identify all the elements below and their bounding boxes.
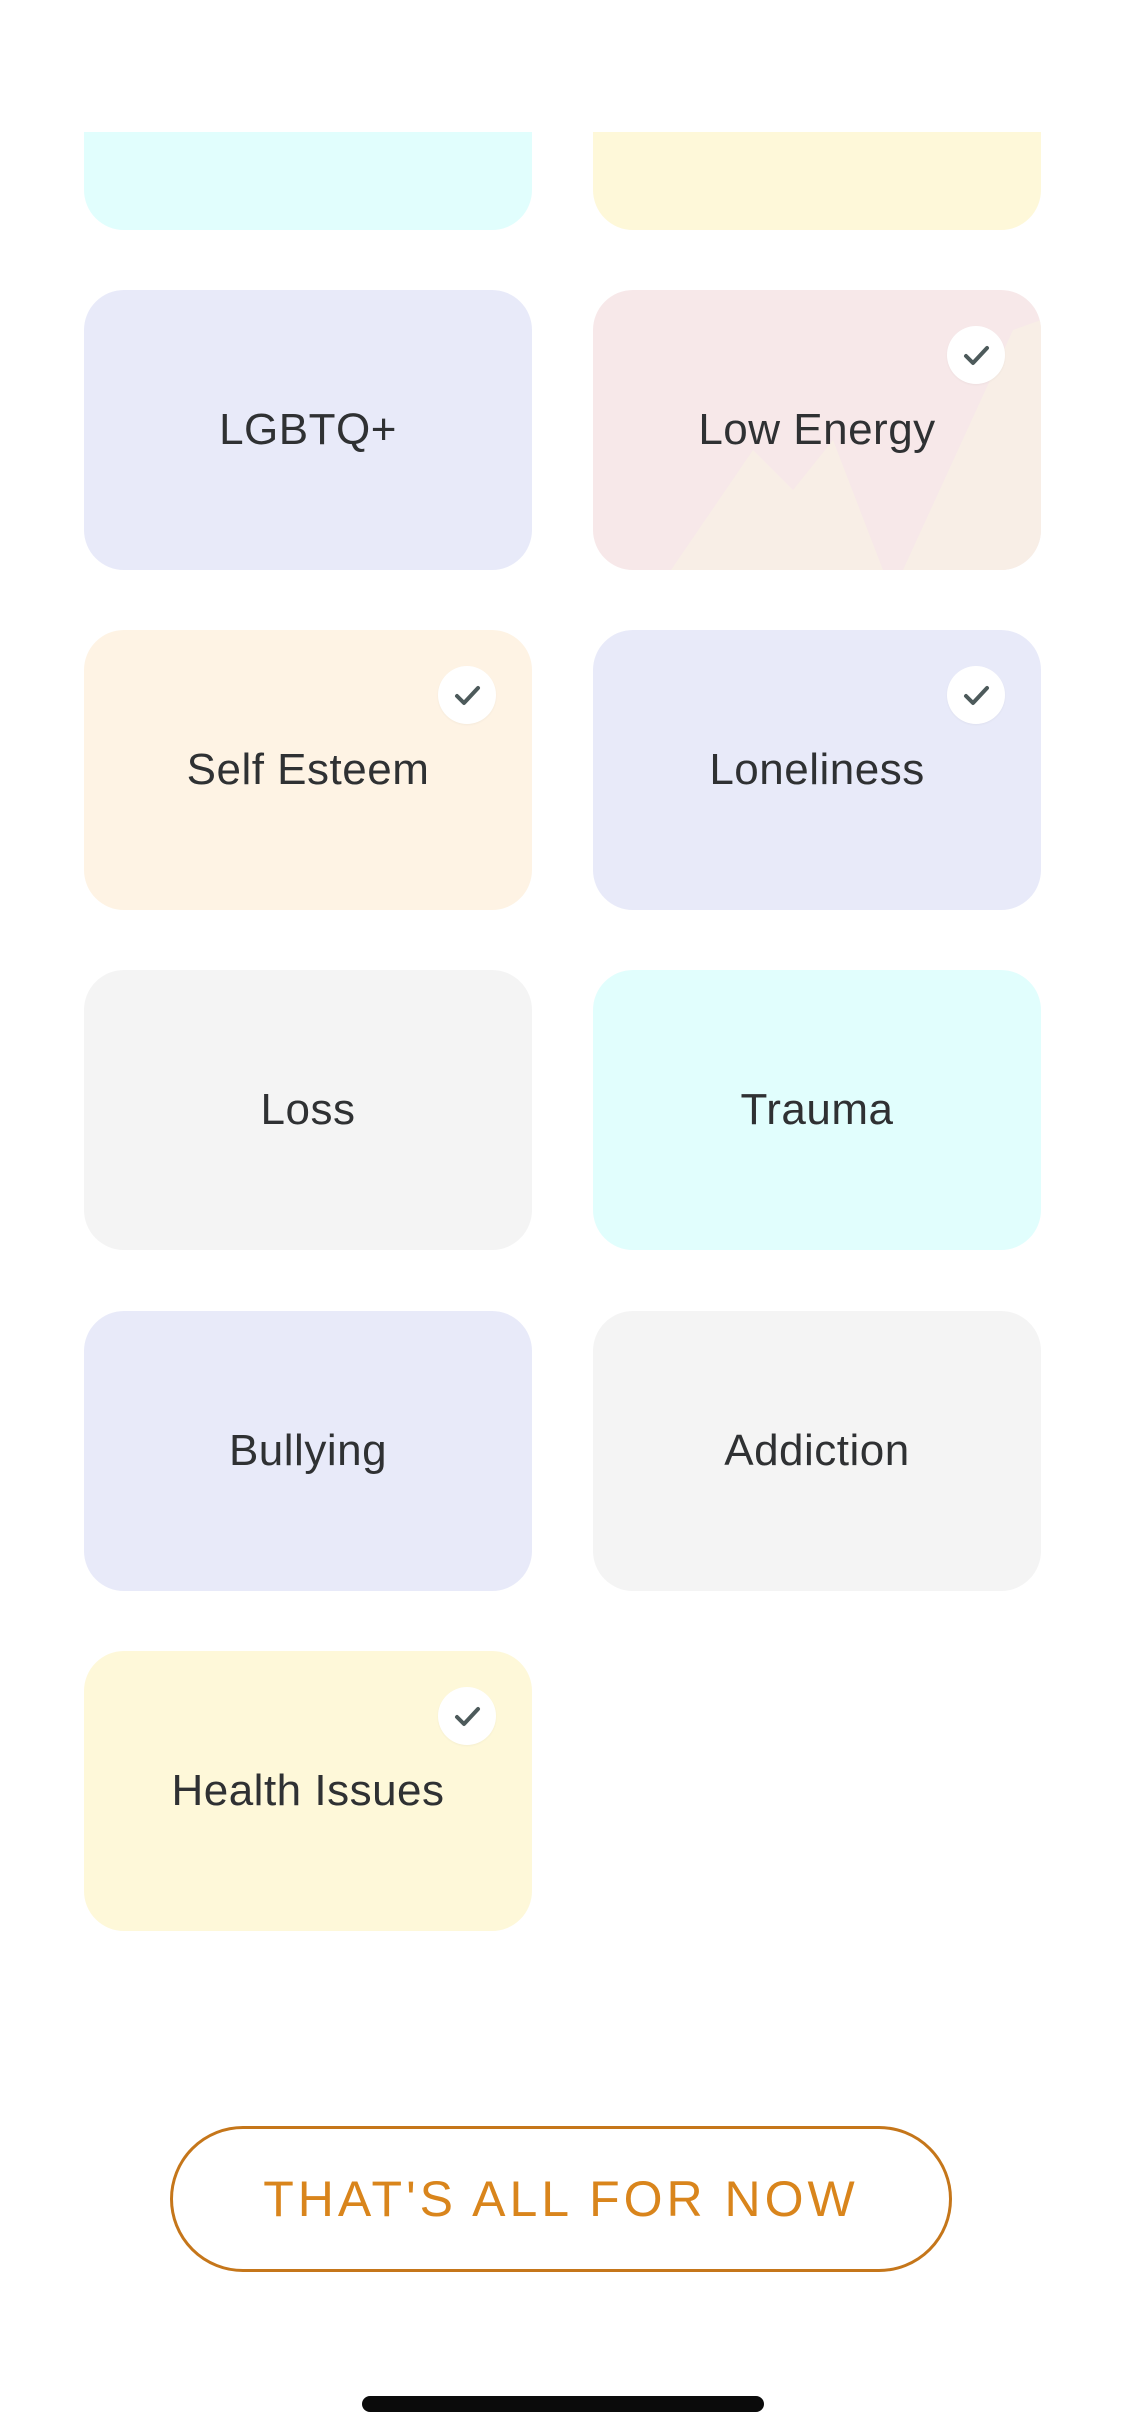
topic-label: Bullying: [228, 1426, 388, 1475]
topic-tile-low-energy[interactable]: Low Energy: [593, 290, 1041, 570]
topic-label: Low Energy: [698, 405, 936, 454]
topic-label: LGBTQ+: [219, 405, 397, 454]
topic-selection-screen: LGBTQ+ Low Energy Self Esteem Loneliness…: [0, 0, 1125, 2436]
check-icon: [438, 1687, 496, 1745]
topic-label: Addiction: [724, 1426, 910, 1475]
topic-tile-health-issues[interactable]: Health Issues: [84, 1651, 532, 1931]
topic-tile-addiction[interactable]: Addiction: [593, 1311, 1041, 1591]
topic-tile-loss[interactable]: Loss: [84, 970, 532, 1250]
topic-label: Self Esteem: [186, 745, 430, 794]
topic-label: Health Issues: [171, 1766, 445, 1815]
topic-label: Loneliness: [709, 745, 925, 794]
topic-tile-lgbtq[interactable]: LGBTQ+: [84, 290, 532, 570]
topic-tile-bullying[interactable]: Bullying: [84, 1311, 532, 1591]
topic-tile-partial-left[interactable]: [84, 132, 532, 230]
topic-tile-self-esteem[interactable]: Self Esteem: [84, 630, 532, 910]
topic-tile-partial-right[interactable]: [593, 132, 1041, 230]
thats-all-for-now-button[interactable]: THAT'S ALL FOR NOW: [170, 2126, 952, 2272]
check-icon: [947, 326, 1005, 384]
topic-label: Loss: [260, 1085, 356, 1134]
check-icon: [947, 666, 1005, 724]
home-indicator[interactable]: [362, 2396, 764, 2412]
topic-tile-trauma[interactable]: Trauma: [593, 970, 1041, 1250]
topic-label: Trauma: [740, 1085, 894, 1134]
check-icon: [438, 666, 496, 724]
topic-tile-loneliness[interactable]: Loneliness: [593, 630, 1041, 910]
